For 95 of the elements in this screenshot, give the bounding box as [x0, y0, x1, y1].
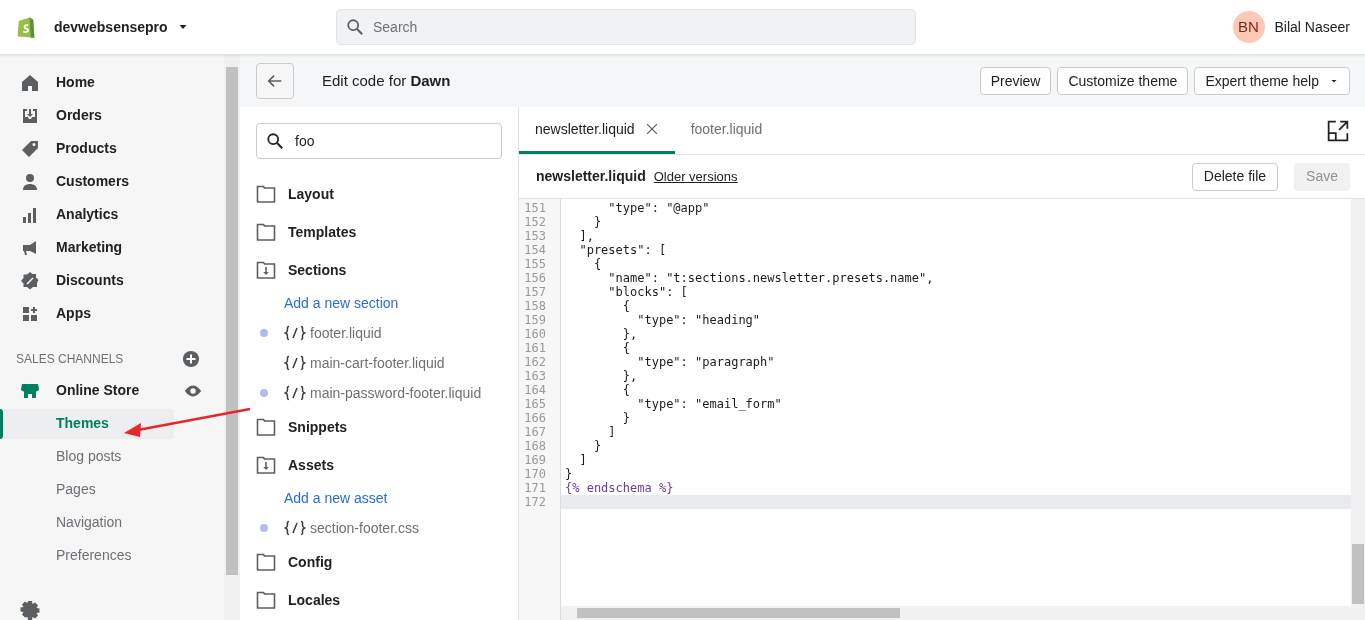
- line-number: 165: [523, 397, 547, 411]
- line-number: 167: [523, 425, 547, 439]
- code-file-icon: [284, 385, 306, 401]
- page-title: Edit code for Dawn: [322, 70, 451, 91]
- store-selector[interactable]: devwebsensepro: [54, 16, 188, 38]
- search-icon: [266, 132, 284, 150]
- folder-icon: [256, 590, 276, 610]
- line-number: 157: [523, 285, 547, 299]
- folder-icon: [256, 552, 276, 572]
- nav-item[interactable]: Themes: [0, 408, 174, 439]
- close-icon: [644, 122, 659, 136]
- folder-download-icon: [256, 260, 276, 280]
- file-item[interactable]: footer.liquid: [284, 322, 382, 344]
- add-file-link[interactable]: Add a new section: [256, 289, 502, 318]
- line-number: 155: [523, 257, 547, 271]
- scrollbar-thumb[interactable]: [226, 67, 238, 575]
- line-number: 158: [523, 299, 547, 313]
- editor-tab[interactable]: footer.liquid: [674, 107, 779, 154]
- search-field[interactable]: Search: [336, 9, 916, 45]
- active-indicator: [0, 408, 3, 439]
- folder-icon: [256, 417, 276, 437]
- discount-badge-icon: [20, 270, 40, 291]
- nav-item[interactable]: Discounts: [0, 264, 224, 297]
- add-circle-icon: [182, 350, 200, 368]
- expand-button[interactable]: [1327, 119, 1349, 142]
- line-number: 161: [523, 341, 547, 355]
- line-number: 169: [523, 453, 547, 467]
- dropdown-button[interactable]: Expert theme help: [1194, 67, 1350, 95]
- code-file-icon: [284, 325, 306, 341]
- tag-icon: [20, 138, 40, 159]
- scrollbar-thumb[interactable]: [577, 608, 900, 618]
- nav-item[interactable]: Customers: [0, 165, 224, 198]
- folder-item[interactable]: Snippets: [256, 408, 502, 446]
- folder-download-icon: [256, 455, 276, 475]
- scrollbar[interactable]: [224, 55, 240, 620]
- line-number: 151: [523, 201, 547, 215]
- file-name: newsletter.liquid: [536, 167, 646, 186]
- search-icon: [346, 18, 364, 36]
- section-heading: SALES CHANNELS: [16, 351, 124, 368]
- line-number: 152: [523, 215, 547, 229]
- line-number: 163: [523, 369, 547, 383]
- folder-item[interactable]: Assets: [256, 446, 502, 484]
- arrow-left-icon: [266, 72, 284, 90]
- line-number: 168: [523, 439, 547, 453]
- file-item[interactable]: section-footer.css: [284, 517, 419, 539]
- folder-item[interactable]: Layout: [256, 175, 502, 213]
- user-name: Bilal Naseer: [1274, 17, 1350, 37]
- nav-item[interactable]: Navigation: [0, 507, 174, 538]
- code-file-icon: [284, 520, 306, 536]
- home-icon: [20, 72, 40, 93]
- nav-item[interactable]: Marketing: [0, 231, 224, 264]
- line-number: 171: [523, 481, 547, 495]
- file-item[interactable]: main-password-footer.liquid: [284, 382, 482, 404]
- line-number: 164: [523, 383, 547, 397]
- line-number: 156: [523, 271, 547, 285]
- folder-item[interactable]: Locales: [256, 581, 502, 619]
- nav-item[interactable]: Products: [0, 132, 224, 165]
- header-button[interactable]: Preview: [979, 67, 1052, 95]
- folder-icon: [256, 184, 276, 204]
- folder-item[interactable]: Config: [256, 543, 502, 581]
- older-versions-link[interactable]: Older versions: [653, 166, 738, 187]
- code-file-icon: [284, 355, 306, 371]
- user-avatar: BN: [1232, 11, 1265, 43]
- folder-item[interactable]: Templates: [256, 213, 502, 251]
- delete-file-button[interactable]: Delete file: [1191, 162, 1279, 191]
- line-number: 154: [523, 243, 547, 257]
- scrollbar-thumb[interactable]: [1352, 544, 1364, 604]
- line-number: 166: [523, 411, 547, 425]
- folder-icon: [256, 222, 276, 242]
- line-number: 159: [523, 313, 547, 327]
- nav-item[interactable]: Blog posts: [0, 441, 174, 472]
- line-number: 172: [523, 495, 547, 509]
- vertical-scrollbar[interactable]: [1351, 199, 1365, 620]
- nav-item[interactable]: Apps: [0, 297, 224, 330]
- editor-tab[interactable]: newsletter.liquid: [519, 107, 675, 154]
- gear-icon: [20, 600, 40, 620]
- add-file-link[interactable]: Add a new asset: [256, 484, 502, 513]
- header-button[interactable]: Customize theme: [1057, 67, 1189, 95]
- expand-icon: [1327, 119, 1349, 142]
- back-button[interactable]: [256, 63, 294, 99]
- horizontal-scrollbar[interactable]: [561, 606, 1351, 620]
- file-item[interactable]: main-cart-footer.liquid: [284, 352, 445, 374]
- file-search-field[interactable]: foo: [256, 123, 502, 159]
- line-number: 162: [523, 355, 547, 369]
- line-number: 160: [523, 327, 547, 341]
- line-number: 170: [523, 467, 547, 481]
- nav-item[interactable]: Analytics: [0, 198, 224, 231]
- folder-item[interactable]: Sections: [256, 251, 502, 289]
- nav-item[interactable]: Home: [0, 66, 224, 99]
- nav-item[interactable]: Online Store: [0, 374, 184, 407]
- line-number: 153: [523, 229, 547, 243]
- nav-item[interactable]: Pages: [0, 474, 174, 505]
- nav-item[interactable]: Preferences: [0, 540, 174, 571]
- person-icon: [20, 171, 40, 192]
- nav-item[interactable]: Orders: [0, 99, 224, 132]
